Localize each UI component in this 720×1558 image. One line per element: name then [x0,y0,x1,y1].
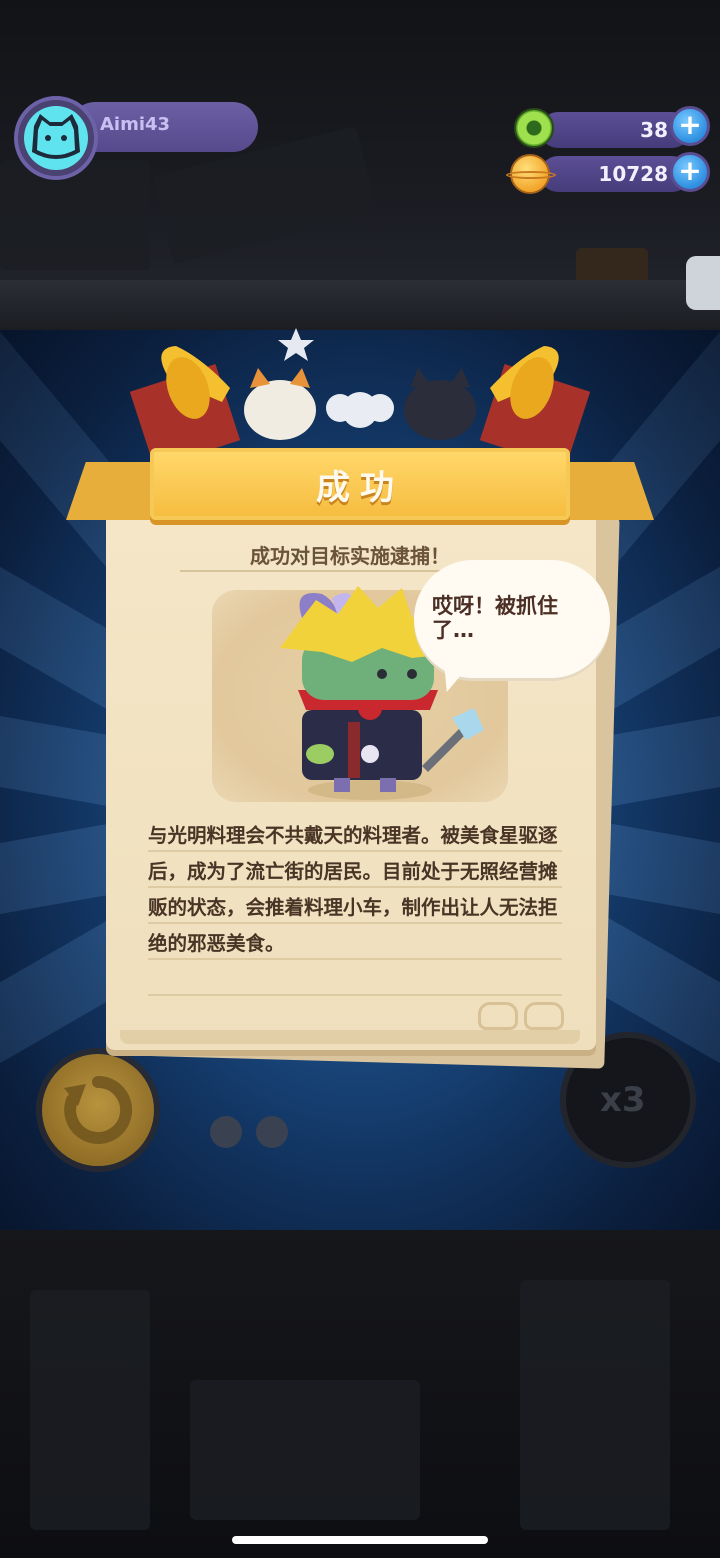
replay-icon [64,1075,133,1144]
text-rule [148,958,562,960]
donut-icon [514,108,554,148]
coin-icon [506,154,556,194]
background-crate [576,248,648,284]
replay-button[interactable] [36,1048,160,1172]
player-name: Aimi43 [100,114,171,135]
background-bottom [0,1230,720,1558]
coin-count: 10728 [598,162,668,186]
text-rule [148,922,562,924]
background-crate [0,160,150,270]
result-title: 成功 [316,468,404,508]
speech-text: 哎呀！被抓住了… [432,594,558,642]
result-panel-edge [120,1030,580,1044]
speed-label: x3 [600,1080,646,1120]
page-dot [256,1116,288,1148]
cat-stamp-icon [524,1002,564,1030]
text-rule [148,850,562,852]
cat-face-icon[interactable] [24,106,88,170]
home-indicator[interactable] [232,1536,488,1544]
cat-stamp-icon [478,1002,518,1030]
donut-count: 38 [640,118,668,142]
side-clip-icon[interactable] [686,256,720,310]
text-rule [148,886,562,888]
trumpet-cats-decoration [130,328,590,458]
text-rule [148,994,562,996]
page-dot [210,1116,242,1148]
add-donut-button[interactable]: + [670,106,710,146]
add-coin-button[interactable]: + [670,152,710,192]
character-description: 与光明料理会不共戴天的料理者。被美食星驱逐后，成为了流亡街的居民。目前处于无照经… [148,824,558,955]
